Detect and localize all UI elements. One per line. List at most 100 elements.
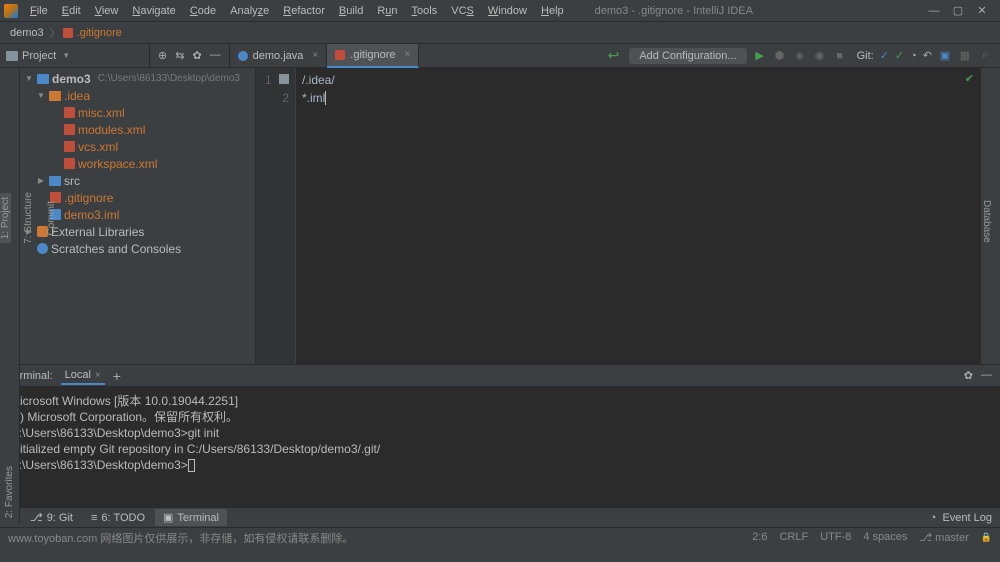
inspection-ok-icon[interactable]: ✔ — [965, 72, 974, 85]
tree-root-name: demo3 — [52, 72, 91, 86]
tree-root-path: C:\Users\86133\Desktop\demo3 — [98, 73, 240, 84]
menu-edit[interactable]: Edit — [56, 3, 87, 19]
menu-refactor[interactable]: Refactor — [277, 3, 331, 19]
search-icon[interactable]: ⌕ — [978, 49, 992, 62]
arrow-right-icon[interactable]: ▶ — [36, 176, 46, 185]
bottom-tool-bar: ▫ ⎇9: Git ≡6: TODO ▣Terminal ◔ Event Log — [0, 507, 1000, 527]
tree-scratches[interactable]: Scratches and Consoles — [20, 240, 255, 257]
arrow-down-icon[interactable]: ▼ — [24, 74, 34, 83]
xml-icon — [64, 158, 75, 169]
minimize-icon[interactable]: — — [981, 369, 992, 382]
maximize-button[interactable]: ▢ — [952, 5, 964, 17]
close-icon[interactable]: × — [95, 370, 101, 381]
gear-icon[interactable]: ✿ — [964, 369, 973, 382]
status-position[interactable]: 2:6 — [752, 531, 767, 544]
terminal-body[interactable]: Microsoft Windows [版本 10.0.19044.2251] (… — [0, 387, 1000, 507]
breadcrumb-root[interactable]: demo3 — [6, 26, 48, 40]
scratch-icon — [37, 243, 48, 254]
debug-icon[interactable]: ⬢ — [773, 49, 787, 62]
minimize-button[interactable]: — — [928, 5, 940, 17]
run-config-button[interactable]: Add Configuration... — [629, 48, 746, 64]
left-tool-strip-bottom: 2: Favorites — [0, 364, 20, 524]
git-commit-icon[interactable]: ✓ — [895, 49, 904, 62]
main-area: 1: Project 7: Structure Commit ▼ demo3 C… — [0, 68, 1000, 364]
xml-icon — [64, 141, 75, 152]
menu-run[interactable]: Run — [371, 3, 403, 19]
close-icon[interactable]: × — [405, 49, 411, 60]
tool-project[interactable]: 1: Project — [0, 193, 11, 243]
lock-icon[interactable] — [981, 531, 992, 544]
profile-icon[interactable]: ◉ — [813, 49, 827, 62]
dropdown-icon: ▼ — [62, 51, 70, 60]
close-button[interactable]: ✕ — [976, 5, 988, 17]
target-icon[interactable]: ⊕ — [158, 49, 167, 62]
right-tool-strip: Database Database 🐜 Ant — [980, 68, 1000, 364]
git-update-icon[interactable]: ✓ — [880, 49, 889, 62]
stop-icon[interactable]: ■ — [833, 50, 847, 62]
project-panel-label: Project — [22, 50, 56, 62]
coverage-icon[interactable]: ◈ — [793, 49, 807, 62]
structure-icon[interactable]: ▦ — [958, 49, 972, 62]
tree-label: .gitignore — [64, 191, 113, 205]
status-message: www.toyoban.com 网络图片仅供展示，非存储，如有侵权请联系删除。 — [8, 530, 752, 546]
folder-action-icon[interactable]: ▣ — [938, 49, 952, 62]
tool-structure[interactable]: 7: Structure — [23, 188, 34, 248]
breadcrumb-file[interactable]: .gitignore — [73, 26, 126, 40]
menu-file[interactable]: File — [24, 3, 54, 19]
gear-icon[interactable]: ✿ — [192, 49, 201, 62]
tree-file[interactable]: modules.xml — [20, 121, 255, 138]
tab-label: .gitignore — [350, 49, 395, 61]
term-line: (c) Microsoft Corporation。保留所有权利。 — [10, 409, 990, 425]
terminal-icon: ▣ — [163, 511, 173, 524]
terminal-tab-local[interactable]: Local× — [61, 367, 105, 385]
editor[interactable]: 1 2 /.idea/ *.iml ✔ — [256, 68, 980, 364]
tab-label: demo.java — [253, 50, 304, 62]
terminal-add-button[interactable]: + — [113, 368, 121, 384]
tree-src-folder[interactable]: ▶ src — [20, 172, 255, 189]
git-history-icon[interactable]: ◔ — [910, 50, 917, 62]
folder-gutter-icon — [279, 74, 289, 84]
status-indent[interactable]: 4 spaces — [863, 531, 907, 544]
bottom-tab-todo[interactable]: ≡6: TODO — [83, 510, 153, 526]
tree-label: modules.xml — [78, 123, 145, 137]
tree-root[interactable]: ▼ demo3 C:\Users\86133\Desktop\demo3 — [20, 70, 255, 87]
window-controls: — ▢ ✕ — [928, 5, 996, 17]
menu-view[interactable]: View — [89, 3, 125, 19]
breadcrumb: demo3 〉 .gitignore — [0, 22, 1000, 44]
git-rollback-icon[interactable]: ↶ — [923, 49, 932, 62]
event-log-button[interactable]: Event Log — [942, 512, 992, 524]
tree-file[interactable]: misc.xml — [20, 104, 255, 121]
menu-analyze[interactable]: Analyze — [224, 3, 275, 19]
editor-content[interactable]: /.idea/ *.iml — [296, 68, 980, 364]
menu-navigate[interactable]: Navigate — [126, 3, 181, 19]
project-panel-header[interactable]: Project ▼ — [0, 44, 150, 67]
minimize-icon[interactable]: — — [210, 49, 221, 62]
project-toolbar: ⊕ ⇆ ✿ — — [150, 49, 229, 62]
back-arrow-icon[interactable]: ↩ — [608, 47, 620, 64]
gitignore-icon — [335, 50, 345, 60]
tree-file[interactable]: vcs.xml — [20, 138, 255, 155]
tab-demo-java[interactable]: demo.java × — [230, 45, 328, 67]
term-line: C:\Users\86133\Desktop\demo3>git init — [10, 425, 990, 441]
tree-label: demo3.iml — [64, 208, 119, 222]
tool-commit[interactable]: Commit — [46, 197, 57, 239]
bottom-tab-terminal[interactable]: ▣Terminal — [155, 509, 227, 526]
arrow-down-icon[interactable]: ▼ — [36, 91, 46, 100]
expand-icon[interactable]: ⇆ — [175, 49, 184, 62]
tree-file[interactable]: workspace.xml — [20, 155, 255, 172]
tree-label: vcs.xml — [78, 140, 118, 154]
run-icon[interactable]: ▶ — [753, 49, 767, 62]
close-icon[interactable]: × — [312, 50, 318, 61]
tool-favorites[interactable]: 2: Favorites — [4, 466, 15, 518]
tool-database[interactable]: Database — [981, 200, 992, 243]
term-line: Microsoft Windows [版本 10.0.19044.2251] — [10, 393, 990, 409]
menu-code[interactable]: Code — [184, 3, 222, 19]
tab-gitignore[interactable]: .gitignore × — [327, 44, 419, 68]
terminal-panel: Terminal: Local× + ✿ — Microsoft Windows… — [0, 364, 1000, 507]
menu-build[interactable]: Build — [333, 3, 369, 19]
status-eol[interactable]: CRLF — [779, 531, 808, 544]
tree-idea-folder[interactable]: ▼ .idea — [20, 87, 255, 104]
status-branch[interactable]: ⎇ master — [919, 531, 968, 544]
bottom-tab-git[interactable]: ⎇9: Git — [22, 509, 81, 526]
status-encoding[interactable]: UTF-8 — [820, 531, 851, 544]
